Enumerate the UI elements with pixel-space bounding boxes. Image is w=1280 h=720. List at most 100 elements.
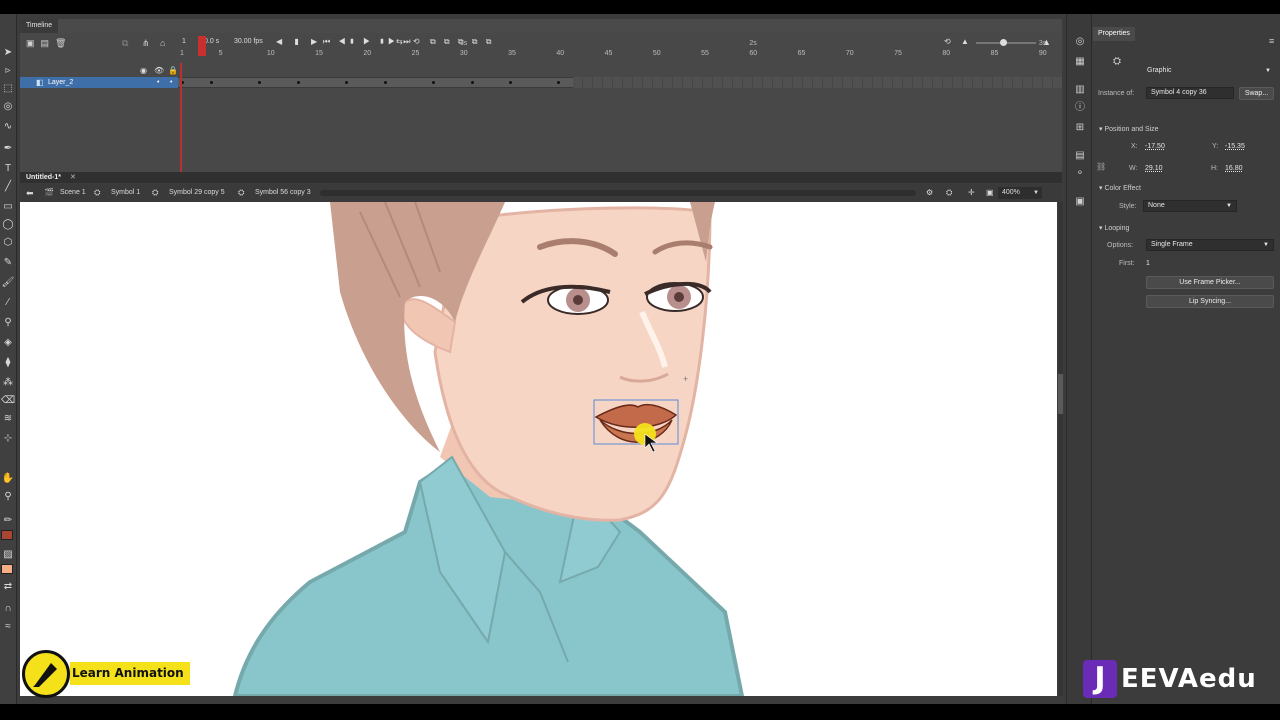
delete-layer-icon[interactable]: 🗑 <box>55 38 72 48</box>
transform-icon[interactable]: ⊞ <box>1074 122 1086 134</box>
empty-frames[interactable] <box>573 77 1062 88</box>
layer-buttons[interactable]: ▣▤🗑 <box>26 38 72 49</box>
stage-properties-icon[interactable]: ◎ <box>1074 36 1086 48</box>
first-value[interactable]: 1 <box>1146 260 1150 267</box>
code-snippets-icon[interactable]: ▣ <box>1074 196 1086 208</box>
highlight-layers-icon[interactable]: ⧉ <box>122 38 128 49</box>
timeline-tab[interactable]: Timeline <box>20 19 59 33</box>
breadcrumb-symbol-1[interactable]: Symbol 1 <box>111 184 140 202</box>
eyedropper-tool-icon[interactable]: ⁂ <box>1 376 15 390</box>
keyframe-dot[interactable] <box>431 81 435 84</box>
parent-view-icon[interactable]: ⋔ <box>142 38 150 49</box>
new-layer-icon[interactable]: ▣ <box>26 38 41 48</box>
align-icon[interactable]: ▥ <box>1074 84 1086 96</box>
pencil-tool-icon[interactable]: ✎ <box>1 256 15 270</box>
keyframe-dot[interactable] <box>296 81 300 84</box>
bone-tool-icon[interactable]: ⚲ <box>1 316 15 330</box>
layer-visible-dot[interactable]: • <box>157 77 159 88</box>
breadcrumb-symbol-29[interactable]: Symbol 29 copy 5 <box>169 184 225 202</box>
show-all-layers-icon[interactable]: ◉ <box>140 66 147 75</box>
info-icon[interactable]: ⓘ <box>1074 102 1086 114</box>
zoom-tool-icon[interactable]: ⚲ <box>1 490 15 504</box>
stroke-color-swatch[interactable] <box>1 530 13 540</box>
center-stage-icon[interactable]: ✛ <box>968 184 975 202</box>
smooth-icon[interactable]: ≈ <box>1 620 15 634</box>
subselection-tool-icon[interactable]: ▹ <box>1 64 15 78</box>
camera-icon[interactable]: ⌂ <box>160 38 165 48</box>
new-folder-icon[interactable]: ▤ <box>41 38 56 48</box>
rectangle-tool-icon[interactable]: ▭ <box>1 200 15 214</box>
lasso-tool-icon[interactable]: ∿ <box>1 120 15 134</box>
properties-tab[interactable]: Properties <box>1093 27 1135 41</box>
x-value[interactable]: -17.50 <box>1145 143 1165 150</box>
lock-icon[interactable]: 🔒 <box>168 66 178 75</box>
free-transform-tool-icon[interactable]: ⬚ <box>1 82 15 96</box>
breadcrumb-symbol-56[interactable]: Symbol 56 copy 3 <box>255 184 311 202</box>
pin-tool-icon[interactable]: ⊹ <box>1 432 15 446</box>
color-effect-section[interactable]: ▾ Color Effect <box>1099 184 1141 192</box>
snap-magnet-icon[interactable]: ∩ <box>1 602 15 616</box>
stroke-color-icon[interactable]: ✏ <box>1 514 15 528</box>
h-value[interactable]: 16.80 <box>1225 165 1243 172</box>
character-artwork[interactable]: + jeevaedu.com <box>20 202 1057 696</box>
line-tool-icon[interactable]: ╱ <box>1 180 15 194</box>
ink-bottle-tool-icon[interactable]: ⧫ <box>1 356 15 370</box>
paint-bucket-tool-icon[interactable]: ◈ <box>1 336 15 350</box>
swap-button[interactable]: Swap... <box>1239 87 1274 100</box>
hand-tool-icon[interactable]: ✋ <box>1 472 15 486</box>
fill-color-swatch[interactable] <box>1 564 13 574</box>
width-tool-icon[interactable]: ≋ <box>1 412 15 426</box>
oval-tool-icon[interactable]: ◯ <box>1 218 15 232</box>
pen-tool-icon[interactable]: ✒ <box>1 142 15 156</box>
close-document-icon[interactable]: ✕ <box>70 172 76 183</box>
playhead[interactable] <box>180 63 182 179</box>
clip-stage-icon[interactable]: ▣ <box>986 184 994 202</box>
polystar-tool-icon[interactable]: ⬡ <box>1 236 15 250</box>
back-arrow-icon[interactable]: ⬅ <box>26 184 34 202</box>
position-size-section[interactable]: ▾ Position and Size <box>1099 125 1159 133</box>
components-icon[interactable]: ▤ <box>1074 150 1086 162</box>
frame-ruler[interactable]: 1 5 10 15 20 25 30 35 40 45 50 55 60 65 70 75 80 85 90 1s 2s… <box>178 33 1062 63</box>
playhead-marker[interactable] <box>198 36 206 56</box>
keyframe-dot[interactable] <box>470 81 474 84</box>
style-select[interactable]: None ▼ <box>1143 200 1237 212</box>
keyframe-dot[interactable] <box>509 81 513 84</box>
panel-menu-icon[interactable]: ≡ <box>1269 36 1274 46</box>
lip-syncing-button[interactable]: Lip Syncing... <box>1146 295 1274 308</box>
layer-lock-dot[interactable]: • <box>170 77 172 88</box>
library-icon[interactable]: ▦ <box>1074 56 1086 68</box>
keyframe-dot[interactable] <box>209 81 213 84</box>
layer-row[interactable]: ◧ Layer_2 • • <box>20 77 178 88</box>
eraser-tool-icon[interactable]: ⌫ <box>1 394 15 408</box>
looping-options-select[interactable]: Single Frame ▼ <box>1146 239 1274 251</box>
layer-frames[interactable] <box>178 77 573 88</box>
instance-type-select[interactable]: Graphic ▼ <box>1143 66 1275 78</box>
stage-scrollbar[interactable] <box>1058 202 1063 696</box>
3d-rotation-tool-icon[interactable]: ◎ <box>1 100 15 114</box>
text-tool-icon[interactable]: T <box>1 162 15 176</box>
brush-tool-icon[interactable]: ⁄ <box>1 296 15 310</box>
keyframe-dot[interactable] <box>345 81 349 84</box>
zoom-select[interactable]: 400% ▼ <box>998 187 1042 199</box>
selection-tool-icon[interactable]: ➤ <box>1 46 15 60</box>
stage-icon[interactable]: ⚙ <box>926 184 933 202</box>
layer-name[interactable]: Layer_2 <box>48 77 73 88</box>
stage-canvas[interactable]: + jeevaedu.com <box>20 202 1057 696</box>
y-value[interactable]: -15.35 <box>1225 143 1245 150</box>
swap-colors-icon[interactable]: ⇄ <box>1 580 15 594</box>
keyframe-dot[interactable] <box>383 81 387 84</box>
motion-presets-icon[interactable]: ⚬ <box>1074 168 1086 180</box>
breadcrumb-scene[interactable]: Scene 1 <box>60 184 86 202</box>
edit-symbols-icon[interactable]: ⛭ <box>946 184 952 202</box>
frame-picker-button[interactable]: Use Frame Picker... <box>1146 276 1274 289</box>
keyframe-dot[interactable] <box>557 81 561 84</box>
w-value[interactable]: 29.10 <box>1145 165 1163 172</box>
fill-color-icon[interactable]: ▨ <box>1 548 15 562</box>
document-tab[interactable]: Untitled-1* <box>26 172 61 183</box>
stage-scroll-thumb[interactable] <box>1058 374 1063 414</box>
keyframe-dot[interactable] <box>258 81 262 84</box>
looping-section[interactable]: ▾ Looping <box>1099 224 1129 232</box>
eye-icon[interactable]: 👁 <box>154 66 164 75</box>
link-icon[interactable]: ⛓ <box>1096 162 1106 171</box>
paint-brush-tool-icon[interactable]: 🖌 <box>1 276 15 290</box>
